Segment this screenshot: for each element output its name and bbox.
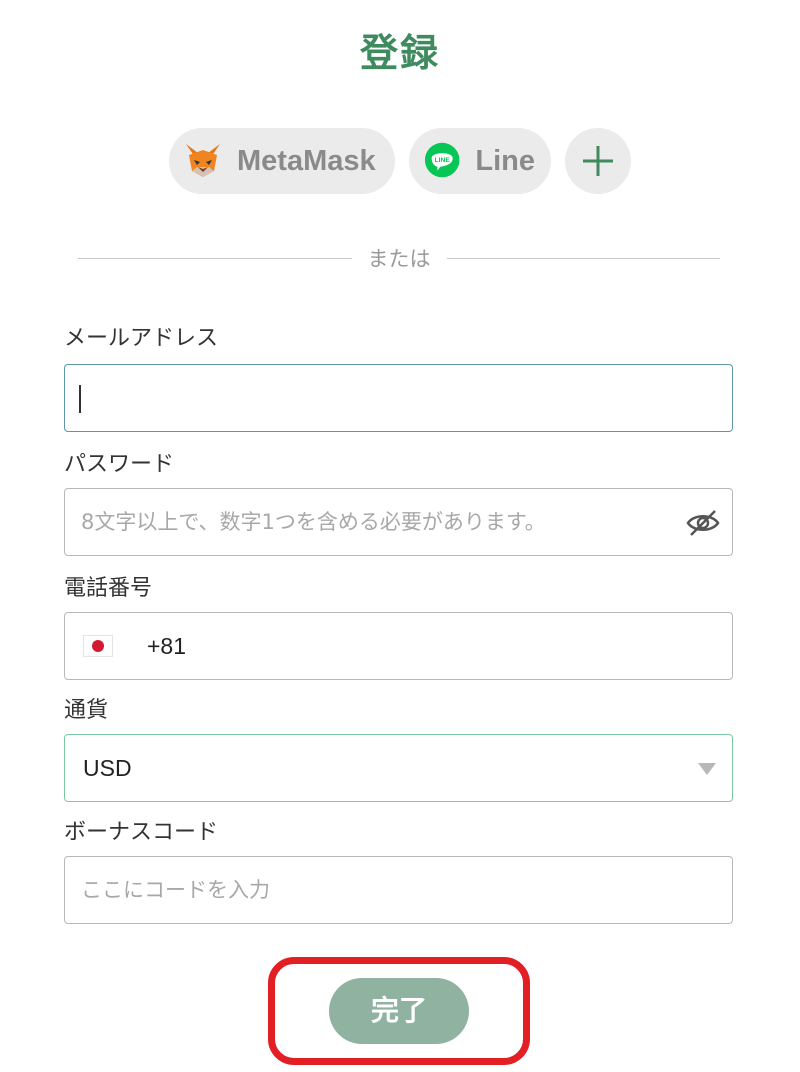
password-field-box[interactable] xyxy=(64,488,733,556)
phone-field-box[interactable]: +81 xyxy=(64,612,733,680)
submit-button[interactable]: 完了 xyxy=(329,978,469,1044)
email-label: メールアドレス xyxy=(64,326,219,351)
password-input[interactable] xyxy=(65,489,732,555)
password-label: パスワード xyxy=(64,452,175,477)
currency-select[interactable]: USD xyxy=(64,734,733,802)
email-input[interactable] xyxy=(65,365,732,431)
more-login-options-button[interactable] xyxy=(565,128,631,194)
email-field-box[interactable] xyxy=(64,364,733,432)
line-logo-icon: LINE xyxy=(424,142,460,178)
currency-label: 通貨 xyxy=(64,698,109,723)
text-caret xyxy=(79,385,81,413)
line-badge-text: LINE xyxy=(435,157,451,164)
currency-selected-value: USD xyxy=(83,754,132,781)
metamask-fox-icon xyxy=(186,144,220,177)
bonus-code-field-box[interactable] xyxy=(64,856,733,924)
metamask-label: MetaMask xyxy=(237,144,376,177)
social-login-row: MetaMask LINE Line xyxy=(0,128,800,194)
bonus-code-input[interactable] xyxy=(65,857,732,923)
page-title: 登録 xyxy=(359,31,440,75)
chevron-down-icon xyxy=(698,763,716,775)
or-divider: または xyxy=(78,240,720,276)
metamask-login-button[interactable]: MetaMask xyxy=(169,128,395,194)
line-label: Line xyxy=(475,144,535,177)
flag-circle xyxy=(92,640,104,652)
japan-flag-icon[interactable] xyxy=(83,635,113,657)
bonus-code-label: ボーナスコード xyxy=(64,820,219,845)
divider-text: または xyxy=(367,247,431,271)
eye-slash-icon[interactable] xyxy=(686,508,720,538)
plus-icon xyxy=(583,146,613,176)
divider-line-left xyxy=(78,257,352,259)
phone-label: 電話番号 xyxy=(64,576,153,601)
line-login-button[interactable]: LINE Line xyxy=(409,128,551,194)
divider-line-right xyxy=(446,257,720,259)
dial-code: +81 xyxy=(147,632,187,659)
